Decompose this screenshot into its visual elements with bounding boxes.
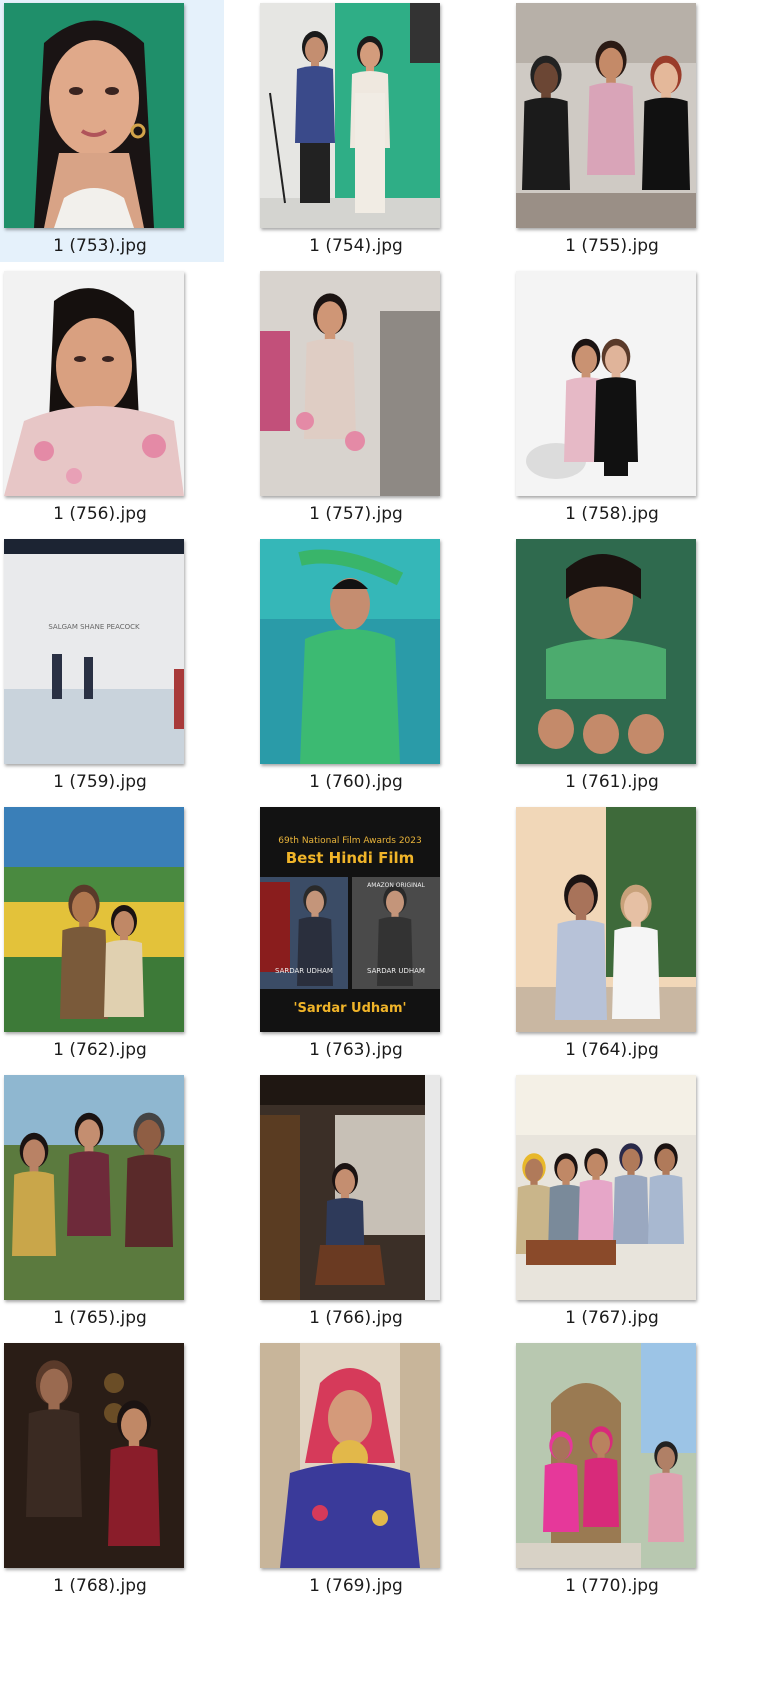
file-item[interactable]: 1 (755).jpg xyxy=(512,0,736,262)
file-item[interactable]: 1 (766).jpg xyxy=(256,1072,480,1334)
file-name[interactable]: 1 (761).jpg xyxy=(512,772,712,792)
file-item[interactable]: 1 (758).jpg xyxy=(512,268,736,530)
image-thumbnail[interactable]: SALGAM SHANE PEACOCK xyxy=(4,539,184,764)
image-thumbnail[interactable] xyxy=(4,271,184,496)
file-item[interactable]: 1 (757).jpg xyxy=(256,268,480,530)
image-thumbnail[interactable] xyxy=(516,1343,696,1568)
file-name[interactable]: 1 (764).jpg xyxy=(512,1040,712,1060)
file-item[interactable]: 1 (754).jpg xyxy=(256,0,480,262)
file-item[interactable]: 1 (760).jpg xyxy=(256,536,480,798)
file-name[interactable]: 1 (758).jpg xyxy=(512,504,712,524)
file-name[interactable]: 1 (760).jpg xyxy=(256,772,456,792)
poster-footer: 'Sardar Udham' xyxy=(294,1001,407,1016)
file-item[interactable]: 1 (753).jpg xyxy=(0,0,224,262)
file-name[interactable]: 1 (770).jpg xyxy=(512,1576,712,1596)
image-thumbnail[interactable] xyxy=(4,807,184,1032)
image-thumbnail[interactable] xyxy=(260,1075,440,1300)
file-name[interactable]: 1 (766).jpg xyxy=(256,1308,456,1328)
image-thumbnail[interactable] xyxy=(260,539,440,764)
image-thumbnail[interactable] xyxy=(260,271,440,496)
image-thumbnail[interactable] xyxy=(516,3,696,228)
image-thumbnail[interactable] xyxy=(260,3,440,228)
file-item[interactable]: 1 (770).jpg xyxy=(512,1340,736,1602)
file-name[interactable]: 1 (769).jpg xyxy=(256,1576,456,1596)
poster-caption-right: SARDAR UDHAM xyxy=(367,967,425,975)
file-name[interactable]: 1 (754).jpg xyxy=(256,236,456,256)
file-name[interactable]: 1 (767).jpg xyxy=(512,1308,712,1328)
file-item[interactable]: 1 (768).jpg xyxy=(0,1340,224,1602)
file-name[interactable]: 1 (759).jpg xyxy=(0,772,200,792)
image-thumbnail[interactable] xyxy=(516,1075,696,1300)
file-item[interactable]: 1 (764).jpg xyxy=(512,804,736,1066)
file-name[interactable]: 1 (765).jpg xyxy=(0,1308,200,1328)
file-item[interactable]: 1 (769).jpg xyxy=(256,1340,480,1602)
file-item[interactable]: 1 (767).jpg xyxy=(512,1072,736,1334)
file-item[interactable]: SALGAM SHANE PEACOCK 1 (759).jpg xyxy=(0,536,224,798)
file-item[interactable]: 1 (761).jpg xyxy=(512,536,736,798)
poster-caption-left: SARDAR UDHAM xyxy=(275,967,333,975)
file-item[interactable]: 69th National Film Awards 2023 Best Hind… xyxy=(256,804,480,1066)
image-thumbnail[interactable] xyxy=(260,1343,440,1568)
file-name[interactable]: 1 (757).jpg xyxy=(256,504,456,524)
file-item[interactable]: 1 (756).jpg xyxy=(0,268,224,530)
file-item[interactable]: 1 (762).jpg xyxy=(0,804,224,1066)
runway-sign-text: SALGAM SHANE PEACOCK xyxy=(48,623,140,631)
file-name[interactable]: 1 (753).jpg xyxy=(0,236,200,256)
file-grid: 1 (753).jpg 1 (754).jpg 1 (755).jpg 1 (7… xyxy=(0,0,766,1697)
image-thumbnail[interactable] xyxy=(516,807,696,1032)
file-name[interactable]: 1 (763).jpg xyxy=(256,1040,456,1060)
file-name[interactable]: 1 (762).jpg xyxy=(0,1040,200,1060)
poster-line2: Best Hindi Film xyxy=(286,849,415,867)
image-thumbnail[interactable] xyxy=(4,3,184,228)
poster-line1: 69th National Film Awards 2023 xyxy=(278,836,421,846)
file-item[interactable]: 1 (765).jpg xyxy=(0,1072,224,1334)
image-thumbnail[interactable] xyxy=(516,539,696,764)
image-thumbnail[interactable] xyxy=(4,1343,184,1568)
image-thumbnail[interactable]: 69th National Film Awards 2023 Best Hind… xyxy=(260,807,440,1032)
file-name[interactable]: 1 (756).jpg xyxy=(0,504,200,524)
image-thumbnail[interactable] xyxy=(4,1075,184,1300)
poster-brand: AMAZON ORIGINAL xyxy=(367,882,425,889)
file-name[interactable]: 1 (755).jpg xyxy=(512,236,712,256)
file-name[interactable]: 1 (768).jpg xyxy=(0,1576,200,1596)
image-thumbnail[interactable] xyxy=(516,271,696,496)
